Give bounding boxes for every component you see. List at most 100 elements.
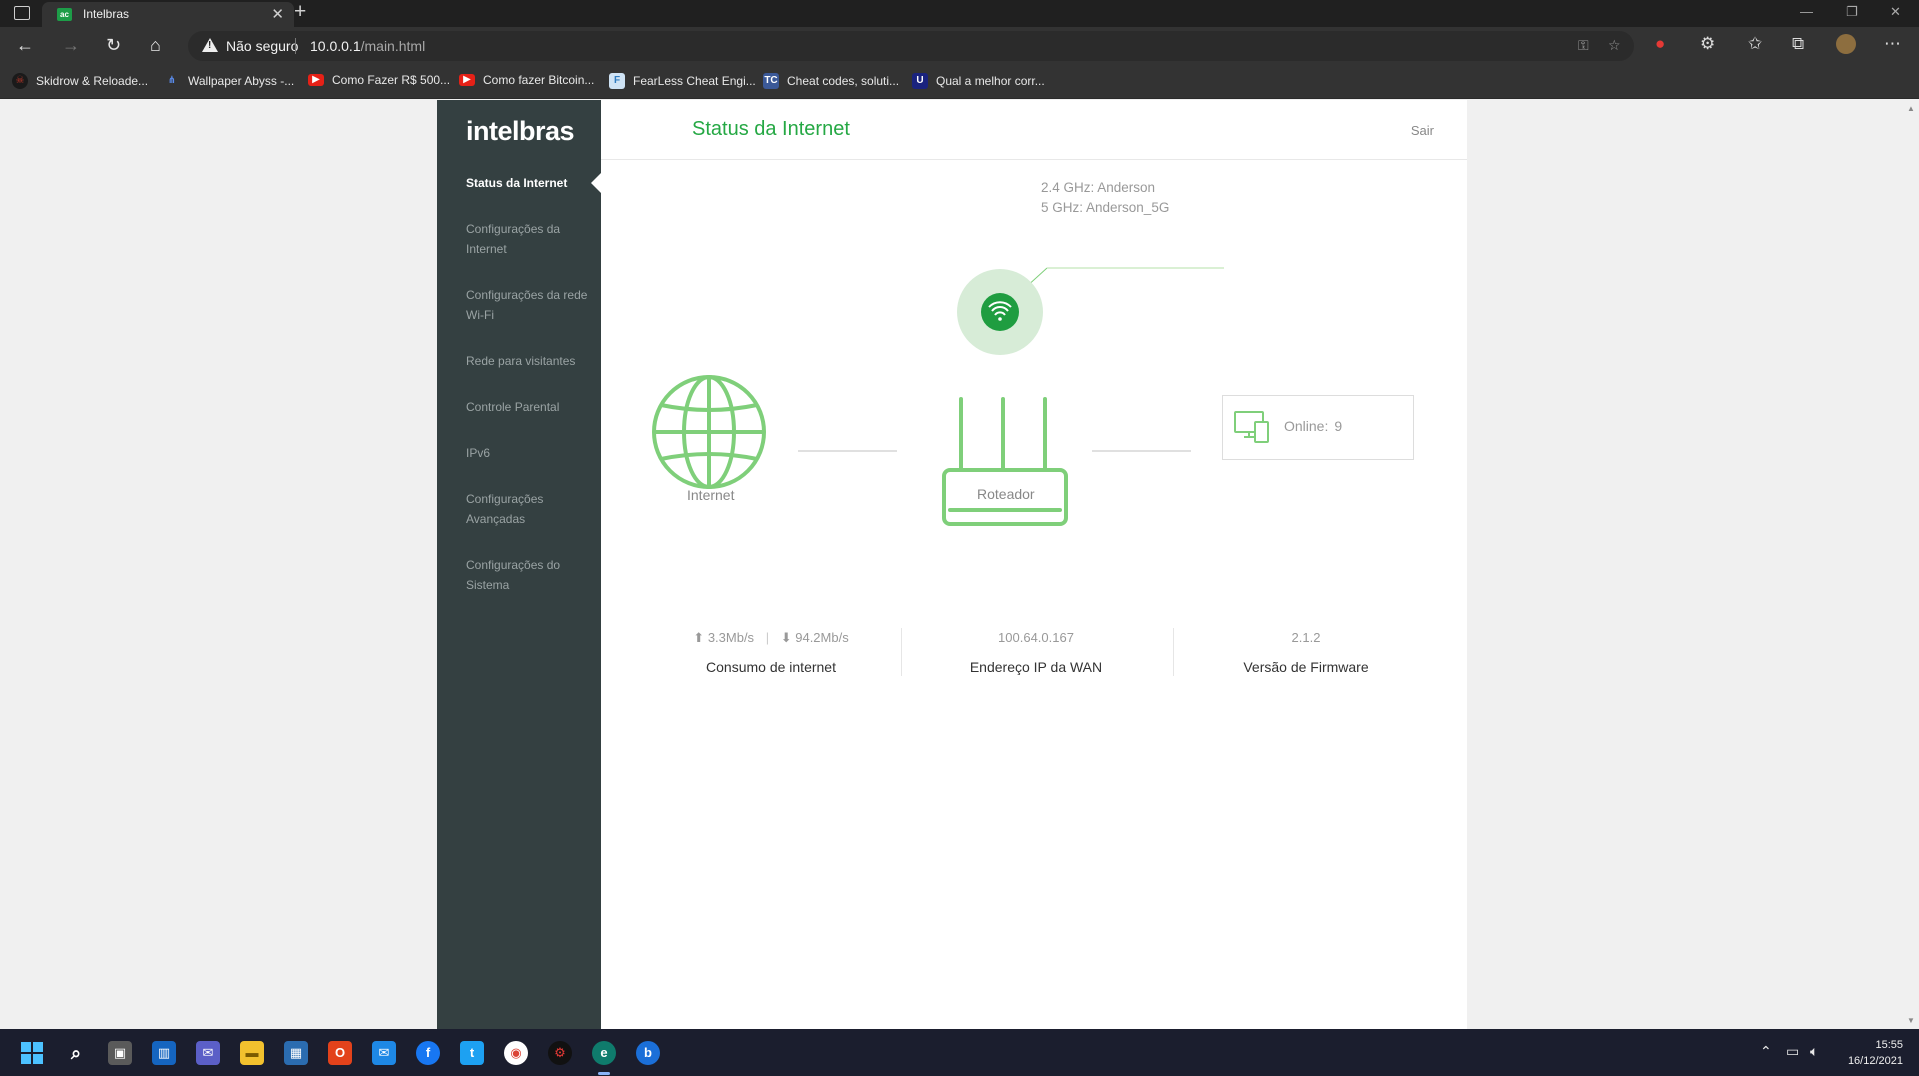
sidebar-item-internet-config[interactable]: Configurações da Internet bbox=[466, 219, 596, 259]
new-tab-icon[interactable]: + bbox=[294, 0, 306, 24]
extensions-puzzle-icon[interactable]: ⚙ bbox=[1700, 34, 1715, 54]
sidebar-item-system[interactable]: Configurações do Sistema bbox=[466, 555, 596, 595]
tab-title: Intelbras bbox=[83, 7, 130, 21]
bing-icon[interactable]: b bbox=[636, 1041, 660, 1065]
firmware-stat: 2.1.2 Versão de Firmware bbox=[1181, 630, 1431, 675]
sidebar-item-ipv6[interactable]: IPv6 bbox=[466, 443, 596, 463]
sidebar-item-status[interactable]: Status da Internet bbox=[466, 173, 596, 193]
wan-ip-stat: 100.64.0.167 Endereço IP da WAN bbox=[906, 630, 1166, 675]
more-icon[interactable]: ⋯ bbox=[1884, 34, 1901, 54]
firmware-value: 2.1.2 bbox=[1291, 630, 1321, 645]
address-bar[interactable]: ! Não seguro 10.0.0.1/main.html ⚿ ☆ bbox=[188, 31, 1634, 61]
bookmark-item[interactable]: TC Cheat codes, soluti... bbox=[763, 73, 899, 89]
online-devices-box[interactable]: Online: 9 bbox=[1222, 395, 1414, 460]
intelbras-logo: intelbras bbox=[466, 116, 575, 146]
active-indicator bbox=[591, 173, 601, 193]
logout-link[interactable]: Sair bbox=[1411, 123, 1434, 138]
back-icon[interactable]: ← bbox=[16, 35, 34, 55]
twitter-icon[interactable]: t bbox=[460, 1041, 484, 1065]
tab-strip: ac Intelbras ✕ + — ❐ ✕ bbox=[0, 0, 1919, 27]
abyss-icon: ⋔ bbox=[167, 75, 177, 86]
download-rate: 94.2Mb/s bbox=[795, 630, 849, 645]
mail-icon[interactable]: ✉ bbox=[372, 1041, 396, 1065]
page-header: Status da Internet Sair bbox=[601, 100, 1467, 160]
sidebar-item-parental-control[interactable]: Controle Parental bbox=[466, 397, 596, 417]
wifi-icon[interactable] bbox=[957, 269, 1043, 355]
widgets-icon[interactable]: ▥ bbox=[152, 1041, 176, 1065]
task-view-icon[interactable]: ▣ bbox=[108, 1041, 132, 1065]
refresh-icon[interactable]: ↻ bbox=[106, 35, 121, 55]
scroll-down-icon[interactable]: ▼ bbox=[1907, 1016, 1915, 1025]
extension-icon[interactable]: ● bbox=[1655, 34, 1665, 54]
edge-icon[interactable]: e bbox=[592, 1041, 616, 1065]
bookmark-item[interactable]: ⋔ Wallpaper Abyss -... bbox=[164, 73, 294, 89]
add-favorite-icon[interactable]: ☆ bbox=[1608, 37, 1621, 54]
volume-icon[interactable]: 🔈︎ bbox=[1810, 1043, 1818, 1060]
network-icon[interactable]: ▭ bbox=[1786, 1043, 1799, 1060]
start-icon[interactable] bbox=[20, 1041, 44, 1065]
router-label: Roteador bbox=[977, 486, 1035, 502]
active-app-indicator bbox=[598, 1072, 610, 1075]
bookmarks-bar: ☠ Skidrow & Reloade... ⋔ Wallpaper Abyss… bbox=[0, 65, 1919, 99]
page-viewport: intelbras Status da Internet Configuraçõ… bbox=[0, 100, 1919, 1029]
system-clock[interactable]: 15:55 16/12/2021 bbox=[1848, 1037, 1903, 1069]
chrome-icon[interactable]: ◉ bbox=[504, 1041, 528, 1065]
tab-favicon-icon: ac bbox=[57, 8, 72, 21]
facebook-icon[interactable]: f bbox=[416, 1041, 440, 1065]
bookmark-item[interactable]: U Qual a melhor corr... bbox=[912, 73, 1045, 89]
home-icon[interactable]: ⌂ bbox=[150, 35, 161, 55]
online-count: 9 bbox=[1334, 418, 1343, 434]
navigation-bar: ← → ↻ ⌂ ! Não seguro 10.0.0.1/main.html … bbox=[0, 27, 1919, 65]
profile-avatar[interactable] bbox=[1836, 34, 1856, 54]
sidebar-item-wifi-config[interactable]: Configurações da rede Wi-Fi bbox=[466, 285, 596, 325]
usage-label: Consumo de internet bbox=[706, 659, 836, 675]
wan-ip-value: 100.64.0.167 bbox=[998, 630, 1074, 645]
key-icon[interactable]: ⚿ bbox=[1578, 37, 1589, 54]
internet-usage-stat: ⬆ 3.3Mb/s | ⬇ 94.2Mb/s Consumo de intern… bbox=[651, 630, 891, 675]
office-icon[interactable]: O bbox=[328, 1041, 352, 1065]
address-divider bbox=[295, 38, 296, 54]
upload-arrow-icon: ⬆ bbox=[693, 630, 705, 645]
traffic-rates: ⬆ 3.3Mb/s | ⬇ 94.2Mb/s bbox=[651, 630, 891, 648]
router-icon bbox=[942, 397, 1068, 526]
devices-icon bbox=[1234, 411, 1269, 443]
bookmark-item[interactable]: F FearLess Cheat Engi... bbox=[609, 73, 756, 89]
file-explorer-icon[interactable]: ▬ bbox=[240, 1041, 264, 1065]
clock-date: 16/12/2021 bbox=[1847, 1055, 1903, 1067]
url-text[interactable]: 10.0.0.1/main.html bbox=[310, 38, 425, 54]
tab-actions-icon[interactable] bbox=[14, 6, 30, 20]
u-icon: U bbox=[912, 73, 928, 89]
restore-icon[interactable]: ❐ bbox=[1846, 4, 1858, 20]
minimize-icon[interactable]: — bbox=[1800, 4, 1813, 19]
wan-ip-label: Endereço IP da WAN bbox=[969, 659, 1103, 675]
sidebar-item-advanced[interactable]: Configurações Avançadas bbox=[466, 489, 596, 529]
security-status[interactable]: Não seguro bbox=[226, 38, 298, 54]
sidebar-item-guest-network[interactable]: Rede para visitantes bbox=[466, 351, 596, 371]
page-title: Status da Internet bbox=[692, 118, 850, 140]
tray-chevron-icon[interactable]: ⌃ bbox=[1760, 1043, 1772, 1060]
stat-divider bbox=[1173, 628, 1174, 676]
tc-icon: TC bbox=[763, 73, 779, 89]
app-icon[interactable]: ⚙ bbox=[548, 1041, 572, 1065]
bookmark-item[interactable]: ☠ Skidrow & Reloade... bbox=[12, 73, 148, 89]
skull-icon: ☠ bbox=[12, 73, 28, 89]
upload-rate: 3.3Mb/s bbox=[707, 630, 755, 645]
collections-icon[interactable]: ⧉ bbox=[1792, 34, 1804, 54]
page-scrollbar[interactable]: ▲ ▼ bbox=[1903, 100, 1919, 1029]
fearless-icon: F bbox=[609, 73, 625, 89]
tab-close-icon[interactable]: ✕ bbox=[271, 5, 284, 23]
tab-intelbras[interactable]: ac Intelbras ✕ bbox=[42, 2, 294, 27]
bookmark-item[interactable]: ▶ Como fazer Bitcoin... bbox=[459, 73, 594, 87]
youtube-icon: ▶ bbox=[459, 74, 475, 86]
favorites-icon[interactable]: ✩ bbox=[1748, 34, 1762, 54]
chat-icon[interactable]: ✉ bbox=[196, 1041, 220, 1065]
forward-icon[interactable]: → bbox=[62, 35, 80, 55]
scroll-up-icon[interactable]: ▲ bbox=[1907, 104, 1915, 113]
search-icon[interactable]: ⌕ bbox=[64, 1041, 88, 1065]
close-window-icon[interactable]: ✕ bbox=[1890, 4, 1901, 20]
store-icon[interactable]: ▦ bbox=[284, 1041, 308, 1065]
youtube-icon: ▶ bbox=[308, 74, 324, 86]
online-count-text: Online: 9 bbox=[1284, 418, 1343, 434]
bookmark-item[interactable]: ▶ Como Fazer R$ 500... bbox=[308, 73, 450, 87]
router-sidebar: intelbras Status da Internet Configuraçõ… bbox=[437, 100, 601, 1029]
